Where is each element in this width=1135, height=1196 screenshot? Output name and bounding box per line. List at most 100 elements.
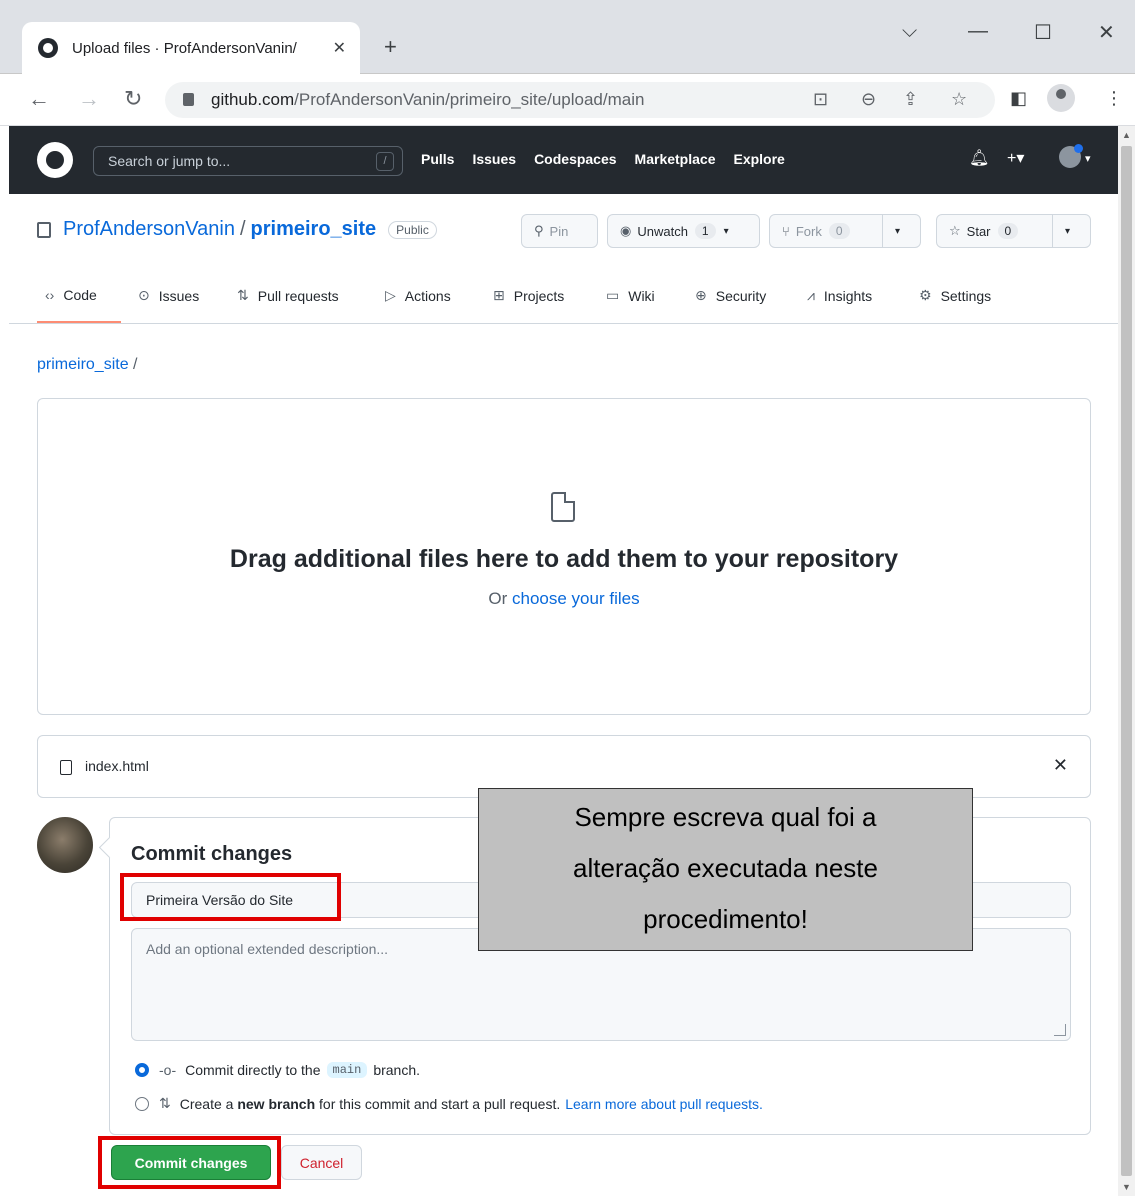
pin-label: Pin [549,223,569,239]
resize-grip-icon[interactable] [1054,1024,1066,1036]
star-dropdown-icon[interactable]: ▾ [1052,215,1082,247]
address-bar: ← → ↻ github.com/ProfAndersonVanin/prime… [0,74,1135,126]
user-avatar-icon[interactable] [1059,144,1083,168]
active-tab-underline [37,321,121,323]
browser-tab-strip: Upload files · ProfAndersonVanin/ ✕ + ⌵ … [0,0,1135,74]
tab-actions[interactable]: ▷ Actions [385,287,451,304]
create-new-icon[interactable]: +▾ [1007,148,1024,168]
search-input[interactable]: Search or jump to... / [93,146,403,176]
watch-count: 1 [694,223,716,239]
callout-line-3: procedimento! [643,904,808,934]
choose-files-link[interactable]: choose your files [512,589,640,608]
commit-direct-option[interactable]: -o- Commit directly to the main branch. [135,1062,420,1078]
reload-icon[interactable]: ↻ [124,86,142,112]
nav-explore[interactable]: Explore [733,151,784,167]
repo-owner-link[interactable]: ProfAndersonVanin [63,218,235,241]
tab-pull-requests-label: Pull requests [257,287,339,304]
translate-icon[interactable]: ⊡ [813,89,828,110]
uploaded-file-name: index.html [85,758,149,774]
dropzone-or: Or [488,589,508,608]
nav-issues[interactable]: Issues [472,151,516,167]
zoom-icon[interactable]: ⊖ [861,89,876,110]
tab-settings[interactable]: ⚙ Settings [919,287,991,304]
star-count: 0 [997,223,1019,239]
global-nav: Pulls Issues Codespaces Marketplace Expl… [421,151,785,167]
window-close-icon[interactable]: ✕ [1098,20,1115,45]
radio-new-branch[interactable] [135,1096,149,1111]
star-button[interactable]: ☆ Star 0 ▾ [936,214,1091,248]
page-scrollbar[interactable]: ▲ ▼ [1118,126,1135,1196]
kebab-menu-icon[interactable]: ⋮ [1105,88,1123,109]
nav-codespaces[interactable]: Codespaces [534,151,616,167]
play-icon: ▷ [385,287,396,303]
tab-security-label: Security [715,287,767,304]
tab-issues[interactable]: ⊙ Issues [138,287,199,304]
learn-more-link[interactable]: Learn more about pull requests. [565,1096,763,1112]
slash-shortcut-badge: / [376,152,394,171]
bell-icon[interactable]: 🔔︎ [969,148,989,168]
breadcrumb-separator: / [133,356,138,373]
fork-dropdown-icon[interactable]: ▾ [882,215,912,247]
tab-search-chevron-icon[interactable]: ⌵ [902,20,917,43]
branch-name-pill: main [326,1062,368,1078]
tab-code[interactable]: ‹› Code [45,287,97,303]
remove-file-icon[interactable]: ✕ [1053,755,1068,776]
radio-direct[interactable] [135,1063,149,1077]
tab-close-icon[interactable]: ✕ [333,38,346,58]
committer-avatar [37,817,93,873]
minimize-icon[interactable]: — [968,20,988,43]
tab-title: Upload files · ProfAndersonVanin/ [72,39,297,57]
unwatch-button[interactable]: ◉ Unwatch 1 ▾ [607,214,760,248]
share-icon[interactable]: ⇪ [903,89,918,110]
avatar-caret-icon[interactable]: ▾ [1085,152,1091,165]
cancel-button[interactable]: Cancel [281,1145,362,1180]
side-panel-icon[interactable]: ◧ [1010,88,1027,109]
callout-line-1: Sempre escreva qual foi a [574,802,877,832]
pull-request-icon: ⇅ [237,287,249,303]
file-dropzone[interactable]: Drag additional files here to add them t… [37,398,1091,715]
tab-actions-label: Actions [404,287,451,304]
maximize-icon[interactable]: ☐ [1034,20,1052,45]
profile-avatar-icon[interactable] [1047,84,1075,112]
chevron-down-icon: ▾ [723,225,729,237]
tab-code-label: Code [63,287,97,303]
scroll-up-icon[interactable]: ▲ [1122,130,1131,140]
graph-icon: ⩘ [807,287,815,303]
url-field[interactable]: github.com/ProfAndersonVanin/primeiro_si… [165,82,995,118]
callout-line-2: alteração executada neste [573,853,878,883]
fork-button[interactable]: ⑂ Fork 0 ▾ [769,214,921,248]
tab-projects[interactable]: ⊞ Projects [493,287,564,304]
tab-wiki[interactable]: ▭ Wiki [606,287,655,304]
tab-insights[interactable]: ⩘ Insights [807,287,872,304]
scroll-down-icon[interactable]: ▼ [1122,1182,1131,1192]
github-logo-icon[interactable] [37,142,73,178]
star-icon: ☆ [949,223,961,238]
dropzone-subtitle: Or choose your files [38,589,1090,609]
commit-new-branch-option[interactable]: ⇅ Create a new branch for this commit an… [135,1095,763,1112]
nav-pulls[interactable]: Pulls [421,151,454,167]
commit-direct-prefix: Commit directly to the [185,1062,321,1078]
issue-icon: ⊙ [138,287,150,303]
bookmark-star-icon[interactable]: ☆ [951,89,967,110]
url-path: /ProfAndersonVanin/primeiro_site/upload/… [294,90,645,109]
github-header: Search or jump to... / Pulls Issues Code… [9,126,1118,194]
back-icon[interactable]: ← [28,86,50,112]
table-icon: ⊞ [493,287,505,303]
pin-button[interactable]: ⚲ Pin [521,214,598,248]
browser-tab[interactable]: Upload files · ProfAndersonVanin/ ✕ [22,22,360,74]
tab-pull-requests[interactable]: ⇅ Pull requests [237,287,339,304]
eye-icon: ◉ [620,223,632,238]
repo-separator: / [239,218,246,240]
star-label: Star [966,223,991,239]
new-tab-icon[interactable]: + [384,34,397,60]
code-icon: ‹› [45,287,55,303]
nav-marketplace[interactable]: Marketplace [635,151,716,167]
scroll-thumb[interactable] [1121,146,1132,1176]
commit-title: Commit changes [131,843,293,865]
breadcrumb-repo-link[interactable]: primeiro_site [37,356,129,373]
repo-name-link[interactable]: primeiro_site [251,218,377,241]
forward-icon[interactable]: → [78,86,100,112]
repo-title: ProfAndersonVanin / primeiro_site Public [37,218,437,241]
tab-security[interactable]: ⊕ Security [695,287,766,304]
commit-changes-button[interactable]: Commit changes [111,1145,271,1180]
